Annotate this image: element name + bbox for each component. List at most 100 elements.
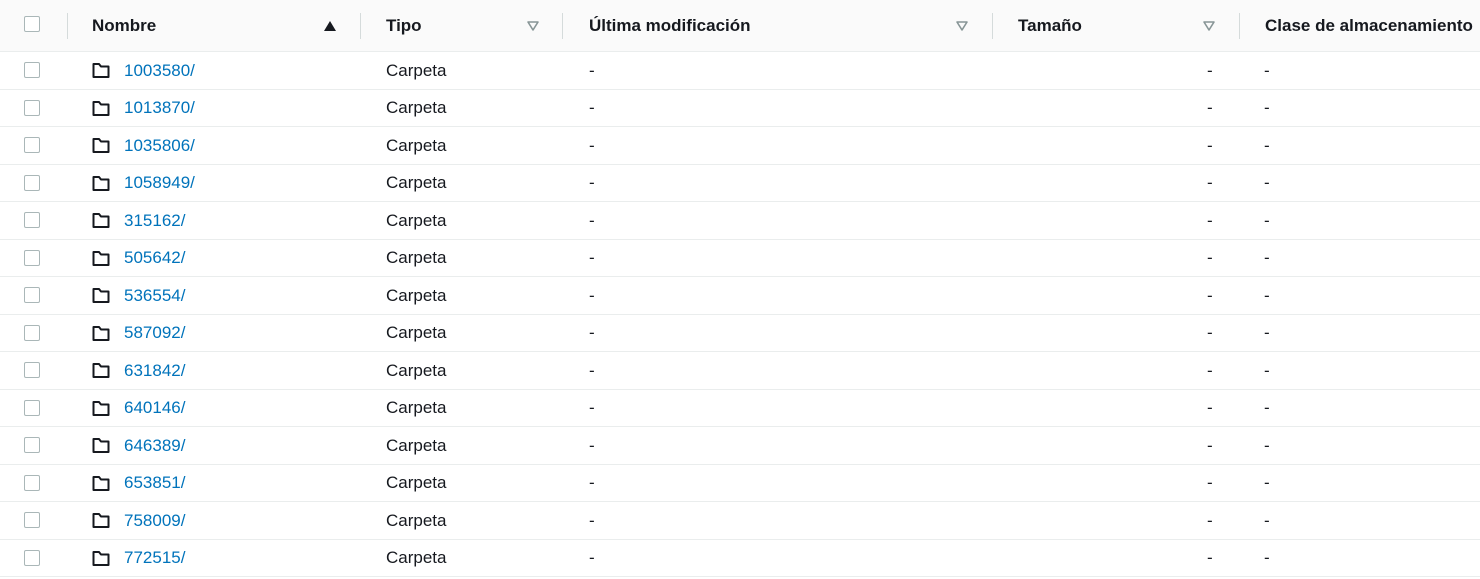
row-checkbox[interactable] [24, 62, 40, 78]
row-checkbox[interactable] [24, 249, 40, 266]
modified-cell: - [589, 502, 595, 539]
row-checkbox[interactable] [24, 474, 40, 491]
sort-unsorted-icon[interactable] [526, 19, 540, 33]
type-cell: Carpeta [386, 90, 446, 127]
folder-name-link[interactable]: 587092/ [124, 323, 185, 343]
size-value: - [1207, 435, 1213, 455]
select-all-checkbox[interactable] [24, 16, 40, 32]
table-row[interactable]: 758009/Carpeta - - - [0, 502, 1480, 540]
folder-name-link[interactable]: 772515/ [124, 548, 185, 568]
size-value: - [1207, 135, 1213, 155]
type-value: Carpeta [386, 248, 447, 267]
storage-class-value: - [1264, 173, 1270, 192]
row-checkbox[interactable] [24, 174, 40, 191]
folder-name-link[interactable]: 646389/ [124, 436, 185, 456]
table-row[interactable]: 315162/Carpeta - - - [0, 202, 1480, 240]
type-cell: Carpeta [386, 465, 446, 502]
size-cell: - [1207, 352, 1213, 389]
type-cell: Carpeta [386, 165, 446, 202]
folder-name-link[interactable]: 1013870/ [124, 98, 195, 118]
table-row[interactable]: 505642/Carpeta - - - [0, 240, 1480, 277]
modified-cell: - [589, 315, 595, 352]
row-checkbox[interactable] [24, 512, 40, 528]
type-value: Carpeta [386, 360, 447, 380]
storage-class-cell: - [1264, 502, 1270, 539]
storage-class-value: - [1264, 473, 1270, 492]
folder-name-link[interactable]: 1058949/ [124, 173, 195, 193]
folder-name-link[interactable]: 1003580/ [124, 61, 195, 81]
row-checkbox[interactable] [24, 362, 40, 378]
row-checkbox[interactable] [24, 549, 40, 566]
column-header-size[interactable]: Tamaño [1018, 0, 1082, 52]
folder-icon [92, 100, 110, 116]
column-header-modified-label: Última modificación [589, 16, 751, 35]
column-header-name-label: Nombre [92, 16, 157, 35]
modified-value: - [589, 135, 595, 155]
size-cell: - [1207, 202, 1213, 239]
folder-name-link[interactable]: 315162/ [124, 211, 185, 231]
name-cell: 536554/ [124, 277, 185, 314]
row-checkbox[interactable] [24, 287, 40, 303]
storage-class-value: - [1264, 360, 1270, 380]
storage-class-cell: - [1264, 277, 1270, 314]
table-row[interactable]: 1013870/Carpeta - - - [0, 90, 1480, 127]
size-value: - [1207, 323, 1213, 342]
storage-class-cell: - [1264, 202, 1270, 239]
column-header-type[interactable]: Tipo [386, 0, 422, 52]
size-value: - [1207, 285, 1213, 305]
size-value: - [1207, 473, 1213, 492]
storage-class-cell: - [1264, 52, 1270, 89]
folder-name-link[interactable]: 1035806/ [124, 136, 195, 156]
folder-icon [92, 550, 110, 566]
column-header-storage-class[interactable]: Clase de almacenamiento [1265, 0, 1473, 52]
folder-name-link[interactable]: 505642/ [124, 248, 185, 268]
table-row[interactable]: 653851/Carpeta - - - [0, 465, 1480, 502]
table-row[interactable]: 587092/Carpeta - - - [0, 315, 1480, 352]
table-row[interactable]: 1058949/Carpeta - - - [0, 165, 1480, 202]
folder-icon [92, 138, 110, 153]
name-cell: 1013870/ [124, 90, 195, 127]
column-header-name[interactable]: Nombre [92, 0, 156, 52]
sort-unsorted-icon[interactable] [1202, 19, 1216, 33]
row-checkbox[interactable] [24, 437, 40, 453]
table-row[interactable]: 646389/Carpeta - - - [0, 427, 1480, 465]
folder-name-link[interactable]: 536554/ [124, 286, 185, 306]
row-checkbox[interactable] [24, 99, 40, 116]
row-checkbox[interactable] [24, 399, 40, 416]
row-checkbox[interactable] [24, 137, 40, 153]
modified-value: - [589, 398, 595, 417]
table-row[interactable]: 536554/Carpeta - - - [0, 277, 1480, 315]
row-checkbox[interactable] [24, 324, 40, 341]
table-body: 1003580/Carpeta - - -1013870/Carpeta - - -1035… [0, 52, 1480, 577]
type-cell: Carpeta [386, 540, 446, 577]
column-header-storage-class-label: Clase de almacenamiento [1265, 16, 1473, 35]
folder-name-link[interactable]: 631842/ [124, 361, 185, 381]
name-cell: 587092/ [124, 315, 185, 352]
name-cell: 758009/ [124, 502, 185, 539]
name-cell: 631842/ [124, 352, 185, 389]
size-value: - [1207, 510, 1213, 530]
column-header-modified[interactable]: Última modificación [589, 0, 751, 52]
storage-class-value: - [1264, 60, 1270, 80]
folder-icon [92, 175, 110, 191]
table-row[interactable]: 1003580/Carpeta - - - [0, 52, 1480, 90]
row-checkbox[interactable] [24, 212, 40, 228]
sort-ascending-icon[interactable] [323, 19, 337, 33]
size-value: - [1207, 398, 1213, 417]
modified-value: - [589, 435, 595, 455]
table-row[interactable]: 772515/Carpeta - - - [0, 540, 1480, 577]
modified-cell: - [589, 240, 595, 277]
storage-class-value: - [1264, 398, 1270, 417]
type-value: Carpeta [386, 98, 447, 117]
table-row[interactable]: 1035806/Carpeta - - - [0, 127, 1480, 165]
sort-unsorted-icon[interactable] [955, 19, 969, 33]
folder-name-link[interactable]: 640146/ [124, 398, 185, 418]
folder-name-link[interactable]: 758009/ [124, 511, 185, 531]
type-value: Carpeta [386, 173, 447, 192]
type-cell: Carpeta [386, 352, 446, 389]
table-row[interactable]: 640146/Carpeta - - - [0, 390, 1480, 427]
modified-value: - [589, 98, 595, 117]
folder-name-link[interactable]: 653851/ [124, 473, 185, 493]
table-row[interactable]: 631842/Carpeta - - - [0, 352, 1480, 390]
column-divider [67, 13, 68, 39]
